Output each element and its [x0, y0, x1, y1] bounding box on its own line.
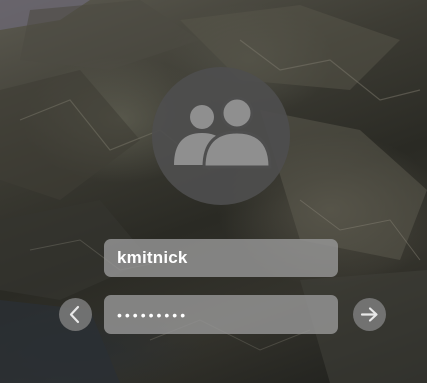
login-submit-button[interactable]: [353, 298, 386, 331]
user-avatar: [152, 67, 290, 205]
password-mask: •••••••••: [117, 306, 189, 323]
username-field[interactable]: kmitnick: [104, 239, 338, 277]
chevron-left-icon: [69, 305, 80, 324]
arrow-right-icon: [360, 307, 378, 322]
username-text: kmitnick: [117, 248, 188, 267]
users-icon: [174, 96, 272, 169]
login-screen: kmitnick •••••••••: [0, 0, 427, 383]
password-field[interactable]: •••••••••: [104, 295, 338, 334]
back-button[interactable]: [59, 298, 92, 331]
